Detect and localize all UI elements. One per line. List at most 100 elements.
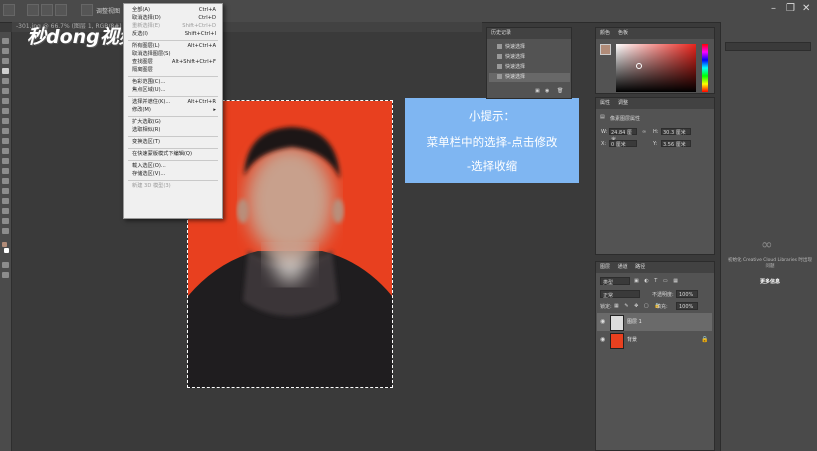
menu-item-all[interactable]: 全部(A) Ctrl+A [124, 6, 222, 14]
screen-mode-icon[interactable] [2, 272, 9, 278]
submenu-arrow-icon: ▸ [213, 107, 216, 113]
delete-icon[interactable]: 🗑 [557, 88, 563, 94]
layer-row-layer-1[interactable]: ◉ 图层 1 [597, 313, 712, 331]
visibility-eye-icon[interactable]: ◉ [600, 319, 606, 325]
blur-tool-icon[interactable] [2, 158, 9, 164]
creative-cloud-icon: ∞ [761, 237, 773, 253]
eyedropper-tool-icon[interactable] [2, 88, 9, 94]
color-picker-cursor[interactable] [636, 63, 642, 69]
menu-item-all-layers[interactable]: 所有图层(L) Alt+Ctrl+A [124, 42, 222, 50]
menu-item-new-3d-extrusion[interactable]: 新建 3D 模型(3) [124, 182, 222, 190]
tab-channels[interactable]: 通道 [618, 264, 628, 270]
menu-item-focus-area[interactable]: 焦点区域(U)... [124, 86, 222, 94]
menu-item-deselect-layers[interactable]: 取消选择图层(S) [124, 50, 222, 58]
fill-field[interactable]: 100% [676, 302, 698, 310]
tip-line-1: 菜单栏中的选择-点击修改 [426, 135, 558, 149]
lasso-tool-icon[interactable] [2, 58, 9, 64]
tab-swatches[interactable]: 色板 [618, 30, 628, 36]
history-item-current[interactable]: 快速选择 [489, 73, 570, 82]
lock-label: 锁定: [600, 304, 612, 310]
brush-tool-icon[interactable] [3, 4, 15, 16]
healing-tool-icon[interactable] [2, 98, 9, 104]
menu-item-similar[interactable]: 选取相似(R) [124, 126, 222, 134]
visibility-eye-icon[interactable]: ◉ [600, 337, 606, 343]
history-item[interactable]: 快速选择 [489, 43, 570, 52]
stamp-tool-icon[interactable] [2, 118, 9, 124]
close-icon[interactable]: ✕ [802, 3, 810, 14]
path-selection-tool-icon[interactable] [2, 198, 9, 204]
menu-item-transform-selection[interactable]: 变换选区(T) [124, 138, 222, 146]
tab-properties[interactable]: 属性 [600, 100, 610, 106]
menu-item-save-selection[interactable]: 存储选区(V)... [124, 170, 222, 178]
history-brush-tool-icon[interactable] [2, 128, 9, 134]
crop-tool-icon[interactable] [2, 78, 9, 84]
zoom-tool-icon[interactable] [2, 228, 9, 234]
menu-item-label: 变换选区(T) [132, 139, 160, 145]
menu-item-label: 在快速蒙版模式下编辑(Q) [132, 151, 193, 157]
tab-layers[interactable]: 图层 [600, 264, 610, 270]
tab-history[interactable]: 历史记录 [491, 30, 511, 36]
brush-size-icon[interactable] [55, 4, 67, 16]
menu-item-color-range[interactable]: 色彩范围(C)... [124, 78, 222, 86]
height-field[interactable]: 30.3 厘米 [661, 128, 691, 136]
menu-item-quick-mask[interactable]: 在快速蒙版模式下编辑(Q) [124, 150, 222, 158]
subtract-selection-icon[interactable] [41, 4, 53, 16]
filter-icons[interactable]: ▣ ◐ T ▭ ▦ [634, 278, 680, 284]
layer-filter-select[interactable]: 类型 [600, 277, 630, 286]
menu-item-modify[interactable]: 修改(M) ▸ [124, 106, 222, 114]
gradient-tool-icon[interactable] [2, 148, 9, 154]
x-field[interactable]: 0 厘米 [609, 140, 637, 148]
restore-icon[interactable]: ❐ [786, 3, 795, 14]
menu-item-select-and-mask[interactable]: 选择并遮住(K)... Alt+Ctrl+R [124, 98, 222, 106]
marquee-tool-icon[interactable] [2, 48, 9, 54]
quick-mask-icon[interactable] [2, 262, 9, 268]
library-select[interactable] [725, 42, 811, 51]
dodge-tool-icon[interactable] [2, 168, 9, 174]
pen-tool-icon[interactable] [2, 178, 9, 184]
minimize-icon[interactable]: – [771, 3, 776, 14]
brush-tool-icon[interactable] [2, 108, 9, 114]
sample-all-checkbox[interactable] [81, 4, 93, 16]
menu-item-shortcut: Alt+Ctrl+A [187, 43, 217, 49]
history-item[interactable]: 快速选择 [489, 53, 570, 62]
eraser-tool-icon[interactable] [2, 138, 9, 144]
tip-box: 小提示： 菜单栏中的选择-点击修改 -选择收缩 [405, 98, 579, 183]
foreground-color-swatch[interactable] [2, 242, 7, 247]
link-icon[interactable]: ∞ [642, 129, 646, 135]
fill-value: 100% [679, 304, 694, 310]
tab-color[interactable]: 颜色 [600, 30, 610, 36]
hand-tool-icon[interactable] [2, 218, 9, 224]
menu-item-inverse[interactable]: 反选(I) Shift+Ctrl+I [124, 30, 222, 38]
type-tool-icon[interactable] [2, 188, 9, 194]
menu-item-label: 取消选择图层(S) [132, 51, 171, 57]
more-info-link[interactable]: 更多信息 [727, 278, 813, 285]
menu-item-isolate-layers[interactable]: 隔离图层 [124, 66, 222, 74]
menu-item-shortcut: Ctrl+A [198, 7, 216, 13]
quick-selection-tool-icon[interactable] [2, 68, 9, 74]
background-color-swatch[interactable] [4, 248, 9, 253]
color-picker-field[interactable] [616, 44, 696, 92]
hue-slider[interactable] [702, 44, 708, 92]
move-tool-icon[interactable] [2, 38, 9, 44]
history-item[interactable]: 快速选择 [489, 63, 570, 72]
menu-item-reselect[interactable]: 重新选择(E) Shift+Ctrl+D [124, 22, 222, 30]
menu-item-deselect[interactable]: 取消选择(D) Ctrl+D [124, 14, 222, 22]
layer-row-background[interactable]: ◉ 背景 🔒 [597, 331, 712, 349]
menu-item-grow[interactable]: 扩大选取(G) [124, 118, 222, 126]
menu-item-load-selection[interactable]: 载入选区(O)... [124, 162, 222, 170]
foreground-color-chip[interactable] [600, 44, 611, 55]
blend-mode-value: 正常 [603, 293, 614, 299]
blend-mode-select[interactable]: 正常 [600, 290, 640, 299]
snapshot-icon[interactable]: ▣ [535, 88, 540, 94]
menu-item-shortcut: Shift+Ctrl+I [184, 31, 216, 37]
camera-icon[interactable]: ◉ [545, 88, 549, 94]
history-panel: 历史记录 快速选择 快速选择 快速选择 快速选择 ▣ ◉ 🗑 [486, 27, 572, 99]
tab-paths[interactable]: 路径 [635, 264, 645, 270]
add-selection-icon[interactable] [27, 4, 39, 16]
y-field[interactable]: 3.56 厘米 [661, 140, 691, 148]
opacity-field[interactable]: 100% [676, 290, 698, 298]
tab-adjustments[interactable]: 调整 [618, 100, 628, 106]
shape-tool-icon[interactable] [2, 208, 9, 214]
menu-item-find-layers[interactable]: 查找图层 Alt+Shift+Ctrl+F [124, 58, 222, 66]
width-field[interactable]: 24.84 厘米 [609, 128, 637, 143]
